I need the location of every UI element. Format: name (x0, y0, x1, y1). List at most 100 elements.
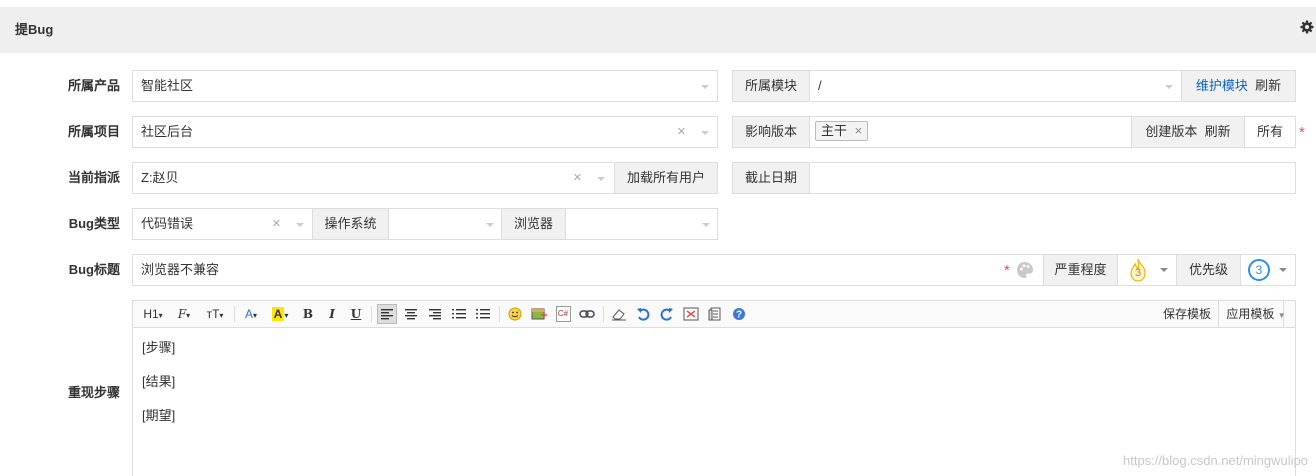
type-label: Bug类型 (68, 216, 120, 231)
watermark: https://blog.csdn.net/mingwulipo (1123, 453, 1308, 468)
editor-toolbar: H1▾ F▾ тT▾ A▾ A ▾ B I U C# ? 保存模板 应用模板 ▼ (133, 301, 1295, 328)
toolbar-divider (234, 306, 235, 322)
page-header (0, 7, 1316, 53)
gear-icon[interactable] (1300, 20, 1314, 34)
undo-icon[interactable] (633, 304, 653, 324)
chevron-down-icon (701, 85, 709, 89)
module-actions: 维护模块 刷新 (1181, 70, 1296, 102)
refresh-module-link[interactable]: 刷新 (1255, 78, 1281, 93)
font-label: F (177, 307, 187, 321)
required-mark: * (1004, 262, 1010, 279)
toolbar-divider (1218, 301, 1219, 328)
deadline-label: 截止日期 (732, 162, 810, 194)
font-size-button[interactable]: тT▾ (203, 304, 227, 324)
type-select[interactable]: 代码错误 (132, 208, 313, 240)
underline-icon[interactable]: U (347, 304, 365, 324)
source-icon[interactable] (705, 304, 725, 324)
align-right-icon[interactable] (425, 304, 445, 324)
font-family-button[interactable]: F▾ (173, 304, 195, 324)
steps-line: [步骤] (142, 340, 176, 355)
title-input[interactable]: 浏览器不兼容 (132, 254, 1044, 286)
chevron-down-icon (486, 223, 494, 227)
align-left-icon[interactable] (377, 304, 397, 324)
browser-select[interactable] (565, 208, 718, 240)
priority-value: 3 (1248, 259, 1270, 281)
project-select[interactable]: 社区后台 (132, 116, 718, 148)
chevron-down-icon (702, 223, 710, 227)
result-line: [结果] (142, 374, 176, 389)
project-label: 所属项目 (67, 124, 120, 139)
assigned-select[interactable]: Z:赵贝 (132, 162, 615, 194)
required-mark: * (1299, 124, 1305, 141)
ordered-list-icon[interactable] (449, 304, 469, 324)
maintain-module-link[interactable]: 维护模块 (1196, 78, 1248, 93)
page-title: 提Bug (15, 22, 54, 37)
create-build-link[interactable]: 创建版本 (1145, 124, 1197, 139)
bullet-list-icon[interactable] (473, 304, 493, 324)
svg-text:?: ? (736, 310, 742, 321)
palette-icon[interactable] (1015, 260, 1035, 280)
os-select[interactable] (388, 208, 502, 240)
refresh-build-link[interactable]: 刷新 (1205, 124, 1231, 139)
heading-label: H1 (143, 307, 159, 321)
apply-template-button[interactable]: 应用模板 ▼ (1221, 304, 1291, 324)
steps-editor[interactable]: H1▾ F▾ тT▾ A▾ A ▾ B I U C# ? 保存模板 应用模板 ▼… (132, 300, 1296, 476)
clear-icon[interactable]: × (272, 209, 281, 239)
chevron-down-icon (1279, 268, 1287, 272)
title-value: 浏览器不兼容 (141, 262, 220, 277)
link-icon[interactable] (577, 304, 597, 324)
size-label: тT (206, 307, 220, 321)
code-icon[interactable]: C# (553, 304, 573, 324)
expect-line: [期望] (142, 408, 176, 423)
title-label: Bug标题 (68, 262, 120, 277)
redo-icon[interactable] (657, 304, 677, 324)
priority-label: 优先级 (1176, 254, 1241, 286)
heading-button[interactable]: H1▾ (141, 304, 165, 324)
toolbar-divider (603, 306, 604, 322)
project-value: 社区后台 (141, 124, 194, 139)
fullscreen-icon[interactable] (681, 304, 701, 324)
image-icon[interactable] (529, 304, 549, 324)
module-value: / (818, 78, 822, 93)
clear-icon[interactable]: × (573, 163, 582, 193)
product-value: 智能社区 (141, 78, 194, 93)
steps-label: 重现步骤 (67, 385, 120, 400)
chevron-down-icon (701, 131, 709, 135)
chevron-down-icon (1160, 268, 1168, 272)
eraser-icon[interactable] (609, 304, 629, 324)
chevron-down-icon (597, 177, 605, 181)
assigned-value: Z:赵贝 (141, 170, 179, 185)
assigned-label: 当前指派 (67, 170, 120, 185)
build-label: 影响版本 (732, 116, 810, 148)
italic-icon[interactable]: I (323, 304, 341, 324)
os-label: 操作系统 (312, 208, 389, 240)
browser-label: 浏览器 (501, 208, 566, 240)
font-color-icon[interactable]: A▾ (241, 304, 261, 324)
build-tag-label: 主干 (821, 123, 848, 138)
highlight-icon[interactable]: A ▾ (269, 304, 291, 324)
product-label: 所属产品 (67, 78, 120, 93)
bold-icon[interactable]: B (299, 304, 317, 324)
module-select[interactable]: / (809, 70, 1182, 102)
severity-value: 3 (1134, 267, 1142, 279)
severity-label: 严重程度 (1043, 254, 1118, 286)
close-icon[interactable]: × (855, 123, 863, 138)
clear-icon[interactable]: × (677, 117, 686, 147)
build-actions: 创建版本 刷新 (1131, 116, 1245, 148)
save-template-button[interactable]: 保存模板 (1153, 304, 1221, 324)
build-tag[interactable]: 主干 × (815, 121, 869, 141)
align-center-icon[interactable] (401, 304, 421, 324)
deadline-input[interactable] (809, 162, 1296, 194)
type-value: 代码错误 (141, 216, 194, 231)
help-icon[interactable]: ? (729, 304, 749, 324)
emoticon-icon[interactable] (505, 304, 525, 324)
toolbar-divider (371, 306, 372, 322)
all-builds-button[interactable]: 所有 (1244, 116, 1296, 148)
toolbar-divider (499, 306, 500, 322)
module-label: 所属模块 (732, 70, 810, 102)
product-select[interactable]: 智能社区 (132, 70, 718, 102)
chevron-down-icon (296, 223, 304, 227)
apply-template-label: 应用模板 (1226, 307, 1275, 321)
chevron-down-icon (1165, 85, 1173, 89)
load-all-users-button[interactable]: 加载所有用户 (614, 162, 718, 194)
